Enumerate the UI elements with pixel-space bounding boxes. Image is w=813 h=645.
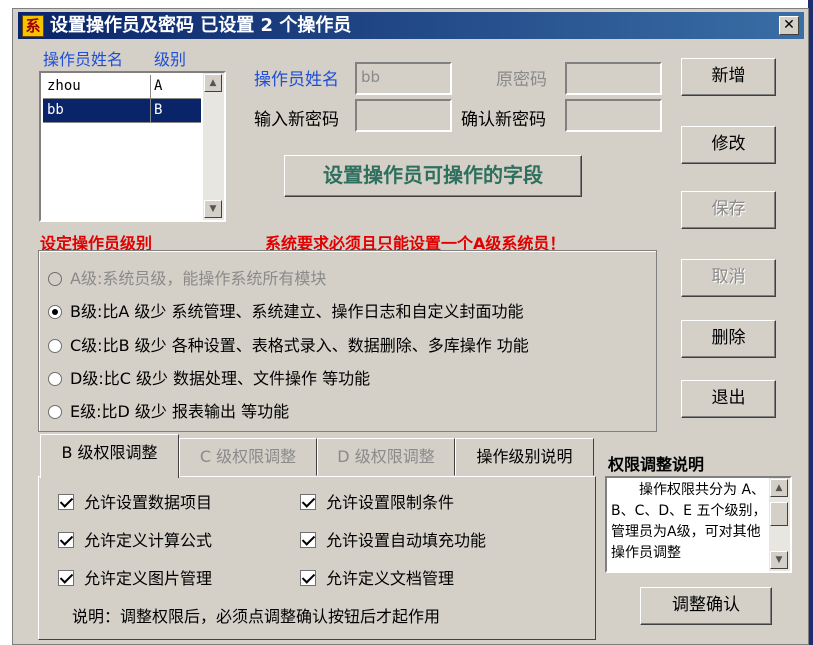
checkbox-allow-documents[interactable]: 允许定义文档管理 bbox=[300, 567, 454, 591]
radio-label: C级:比B 级少 各种设置、表格式录入、数据删除、多库操作 功能 bbox=[70, 336, 529, 355]
checkbox-icon[interactable] bbox=[300, 494, 316, 510]
new-password-field[interactable] bbox=[355, 99, 452, 132]
new-password-label: 输入新密码 bbox=[254, 110, 339, 130]
operator-name-field[interactable]: bb bbox=[355, 62, 452, 95]
confirm-password-label: 确认新密码 bbox=[461, 110, 546, 130]
help-scrollbar[interactable]: ▲ ▼ bbox=[769, 478, 790, 571]
radio-level-d[interactable]: D级:比C 级少 数据处理、文件操作 等功能 bbox=[48, 366, 370, 392]
old-password-field[interactable] bbox=[565, 62, 662, 95]
scroll-thumb[interactable] bbox=[770, 502, 788, 526]
checkbox-label: 允许定义计算公式 bbox=[84, 531, 213, 550]
radio-icon[interactable] bbox=[48, 272, 62, 286]
checkbox-allow-images[interactable]: 允许定义图片管理 bbox=[58, 567, 212, 591]
confirm-adjust-button[interactable]: 调整确认 bbox=[640, 587, 772, 625]
radio-icon[interactable] bbox=[48, 405, 62, 419]
cancel-button[interactable]: 取消 bbox=[681, 259, 776, 297]
radio-icon[interactable] bbox=[48, 372, 62, 386]
radio-label: D级:比C 级少 数据处理、文件操作 等功能 bbox=[70, 369, 371, 388]
list-item-level: A bbox=[151, 75, 201, 99]
help-text: 操作权限共分为 A、B、C、D、E 五个级别，管理员为A级，可对其他操作员调整 bbox=[611, 482, 767, 561]
list-item[interactable]: zhou A bbox=[43, 75, 201, 99]
list-item-name: bb bbox=[43, 99, 151, 123]
app-icon: 系 bbox=[22, 15, 44, 37]
radio-icon[interactable] bbox=[48, 339, 62, 353]
checkbox-icon[interactable] bbox=[58, 532, 74, 548]
modify-button[interactable]: 修改 bbox=[681, 126, 776, 164]
radio-label: A级:系统员级，能操作系统所有模块 bbox=[70, 269, 327, 288]
list-header-name: 操作员姓名 bbox=[43, 50, 124, 69]
help-title: 权限调整说明 bbox=[608, 455, 705, 474]
save-button[interactable]: 保存 bbox=[681, 191, 776, 229]
checkbox-allow-autofill[interactable]: 允许设置自动填充功能 bbox=[300, 529, 486, 553]
list-header-level: 级别 bbox=[154, 50, 187, 69]
checkbox-allow-conditions[interactable]: 允许设置限制条件 bbox=[300, 491, 454, 515]
checkbox-icon[interactable] bbox=[300, 570, 316, 586]
list-item-level: B bbox=[151, 99, 201, 123]
tab-c-level[interactable]: C 级权限调整 bbox=[179, 438, 317, 476]
list-item-name: zhou bbox=[43, 75, 151, 99]
scroll-down-icon[interactable]: ▼ bbox=[204, 200, 222, 218]
list-scrollbar[interactable]: ▲ ▼ bbox=[203, 73, 224, 220]
tab-d-level[interactable]: D 级权限调整 bbox=[317, 438, 455, 476]
add-button[interactable]: 新增 bbox=[681, 58, 776, 96]
radio-level-c[interactable]: C级:比B 级少 各种设置、表格式录入、数据删除、多库操作 功能 bbox=[48, 333, 529, 359]
help-textbox[interactable]: 操作权限共分为 A、B、C、D、E 五个级别，管理员为A级，可对其他操作员调整 … bbox=[605, 476, 792, 573]
checkbox-label: 允许设置数据项目 bbox=[84, 493, 213, 512]
radio-level-a[interactable]: A级:系统员级，能操作系统所有模块 bbox=[48, 266, 326, 292]
operator-name-label: 操作员姓名 bbox=[254, 70, 339, 90]
tab-note: 说明：调整权限后，必须点调整确认按钮后才起作用 bbox=[72, 607, 441, 626]
checkbox-icon[interactable] bbox=[300, 532, 316, 548]
set-operator-fields-button[interactable]: 设置操作员可操作的字段 bbox=[284, 155, 582, 197]
checkbox-allow-formulas[interactable]: 允许定义计算公式 bbox=[58, 529, 212, 553]
checkbox-label: 允许定义图片管理 bbox=[84, 569, 213, 588]
close-button[interactable]: ✕ bbox=[779, 16, 799, 35]
radio-level-e[interactable]: E级:比D 级少 报表输出 等功能 bbox=[48, 399, 289, 425]
scroll-up-icon[interactable]: ▲ bbox=[204, 74, 222, 92]
delete-button[interactable]: 删除 bbox=[681, 320, 776, 358]
radio-label: E级:比D 级少 报表输出 等功能 bbox=[70, 402, 290, 421]
tab-b-level[interactable]: B 级权限调整 bbox=[40, 434, 179, 478]
tab-level-description[interactable]: 操作级别说明 bbox=[455, 438, 594, 476]
radio-icon[interactable] bbox=[48, 305, 62, 319]
checkbox-allow-data-items[interactable]: 允许设置数据项目 bbox=[58, 491, 212, 515]
confirm-password-field[interactable] bbox=[565, 99, 662, 132]
checkbox-label: 允许设置限制条件 bbox=[326, 493, 455, 512]
scroll-down-icon[interactable]: ▼ bbox=[770, 551, 788, 569]
checkbox-label: 允许定义文档管理 bbox=[326, 569, 455, 588]
list-item-selected[interactable]: bb B bbox=[43, 99, 201, 123]
exit-button[interactable]: 退出 bbox=[681, 380, 776, 418]
checkbox-label: 允许设置自动填充功能 bbox=[326, 531, 487, 550]
window-title: 设置操作员及密码 已设置 2 个操作员 bbox=[50, 15, 352, 36]
checkbox-icon[interactable] bbox=[58, 570, 74, 586]
operator-list[interactable]: zhou A bb B ▲ ▼ bbox=[39, 71, 226, 222]
radio-level-b[interactable]: B级:比A 级少 系统管理、系统建立、操作日志和自定义封面功能 bbox=[48, 299, 524, 325]
radio-label: B级:比A 级少 系统管理、系统建立、操作日志和自定义封面功能 bbox=[70, 302, 524, 321]
scroll-up-icon[interactable]: ▲ bbox=[770, 479, 788, 497]
old-password-label: 原密码 bbox=[496, 70, 547, 90]
checkbox-icon[interactable] bbox=[58, 494, 74, 510]
